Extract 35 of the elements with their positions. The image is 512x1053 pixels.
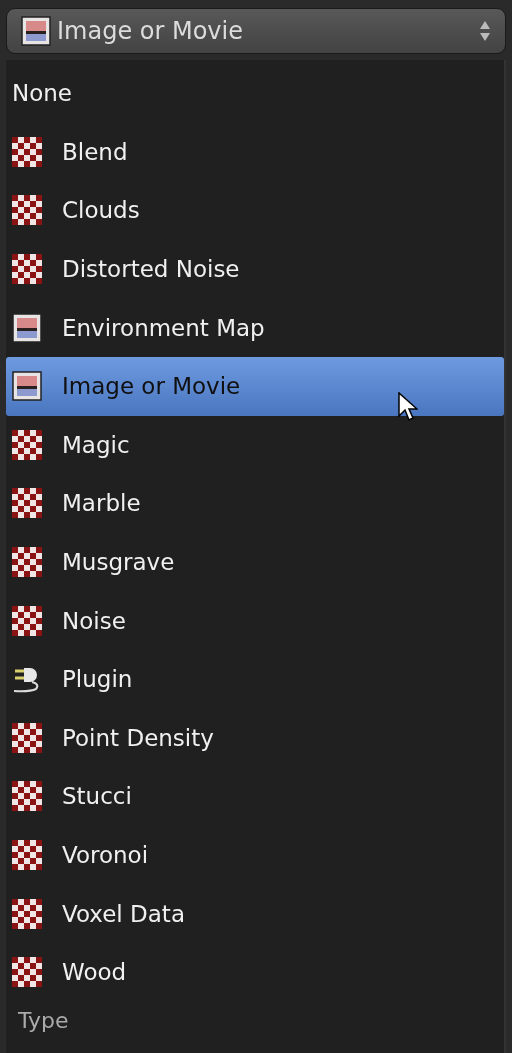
image-icon <box>12 371 42 402</box>
checker-icon <box>12 195 42 226</box>
menu-item[interactable]: Point Density <box>6 708 504 768</box>
checker-icon <box>12 781 42 812</box>
menu-item[interactable]: Distorted Noise <box>6 239 504 299</box>
image-icon <box>12 312 42 343</box>
type-dropdown[interactable]: Image or Movie <box>6 8 506 54</box>
checker-icon <box>12 429 42 460</box>
checker-icon <box>12 957 42 988</box>
menu-item[interactable]: Voronoi <box>6 825 504 885</box>
menu-item[interactable]: Blend <box>6 122 504 182</box>
dropdown-value: Image or Movie <box>57 17 244 45</box>
checker-icon <box>12 898 42 929</box>
menu-item[interactable]: Wood <box>6 942 504 1002</box>
mouse-pointer-icon <box>398 391 418 422</box>
image-icon <box>21 16 51 46</box>
menu-title: Type <box>17 1006 70 1035</box>
checker-icon <box>12 254 42 285</box>
checker-icon <box>12 488 42 519</box>
menu-item[interactable]: Musgrave <box>6 532 504 592</box>
menu-item[interactable]: Noise <box>6 591 504 650</box>
checker-icon <box>12 547 42 578</box>
menu-item[interactable]: Environment Map <box>6 298 504 357</box>
menu-item[interactable]: Clouds <box>6 181 504 240</box>
menu-item[interactable]: Marble <box>6 474 504 533</box>
checker-icon <box>12 136 42 167</box>
checker-icon <box>12 840 42 870</box>
checker-icon <box>12 605 42 636</box>
menu-item[interactable]: Magic <box>6 415 504 475</box>
checker-icon <box>12 722 42 753</box>
menu-item[interactable]: Voxel Data <box>6 884 504 943</box>
menu-item[interactable]: Plugin <box>6 649 504 709</box>
menu-item[interactable]: Stucci <box>6 767 504 826</box>
menu-item[interactable]: None <box>6 64 504 123</box>
up-down-arrows-icon <box>479 20 491 42</box>
